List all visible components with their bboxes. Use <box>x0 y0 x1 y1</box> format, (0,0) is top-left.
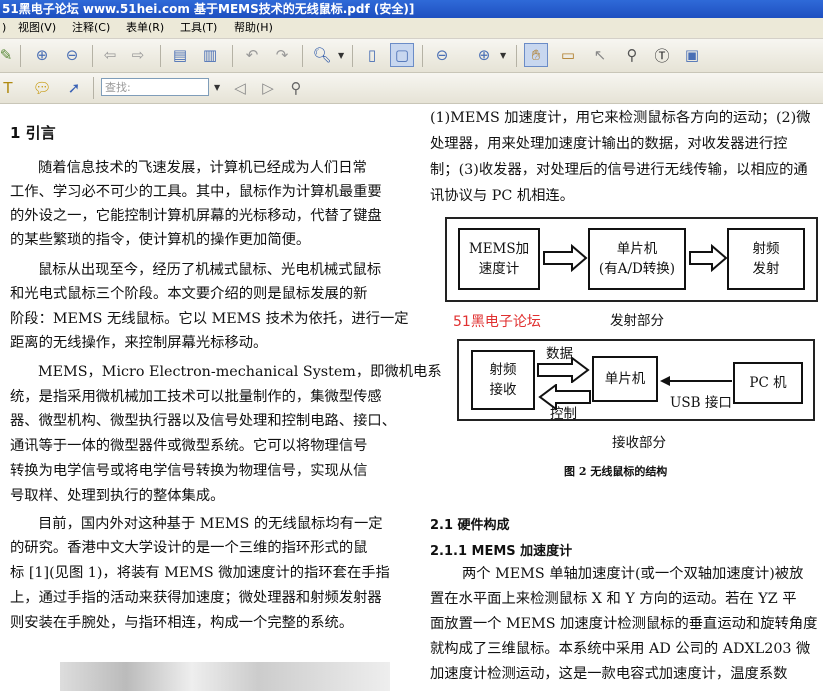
watermark: 51黑电子论坛 <box>453 314 541 330</box>
hand-tool-icon[interactable]: ✋︎ <box>524 43 548 67</box>
previous-page-icon[interactable]: ⊕ <box>30 43 54 67</box>
next-page-icon[interactable]: ⊖ <box>60 43 84 67</box>
mcu-adc-box: 单片机 (有A/D转换) <box>588 228 686 290</box>
right-line: 两个 MEMS 单轴加速度计(或一个双轴加速度计)被放 <box>462 566 804 582</box>
menu-item-file-fragment[interactable]: ) <box>2 18 6 38</box>
left-line: 和光电式鼠标三个阶段。本文要介绍的则是鼠标发展的新 <box>10 286 368 302</box>
left-line: 的某些繁琐的指令，使计算机的操作更加简便。 <box>10 232 311 248</box>
left-line: 器、微型机构、微型执行器以及信号处理和控制电路、接口、 <box>10 413 397 429</box>
menu-item-comment[interactable]: 注释(C) <box>72 18 110 38</box>
usb-label: USB 接口 <box>670 395 732 411</box>
text-tool-icon[interactable]: Ⓣ <box>650 43 674 67</box>
zoom-out-icon[interactable]: ⊖ <box>430 43 454 67</box>
undo-icon[interactable]: ↶ <box>240 43 264 67</box>
zoom-dropdown-icon[interactable]: ▼ <box>338 51 344 60</box>
window-title: 51黑电子论坛 www.51hei.com 基于MEMS技术的无线鼠标.pdf … <box>2 2 415 16</box>
title-bar: 51黑电子论坛 www.51hei.com 基于MEMS技术的无线鼠标.pdf … <box>0 0 823 18</box>
actual-size-icon[interactable]: ▯ <box>360 43 384 67</box>
left-line: MEMS，Micro Electron-mechanical System，即微… <box>38 364 442 380</box>
mcu-box: 单片机 <box>592 356 658 402</box>
right-line: 处理器，用来处理加速度计输出的数据，对收发器进行控 <box>430 136 788 152</box>
right-line: 讯协议与 PC 机相连。 <box>430 188 575 204</box>
forward-arrow-icon[interactable]: ⇨ <box>126 43 150 67</box>
control-label: 控制 <box>550 406 577 422</box>
left-line: 统，是指采用微机械加工技术可以批量制作的，集微型传感 <box>10 389 382 405</box>
figure-1-image-fragment <box>60 662 390 691</box>
left-line: 随着信息技术的飞速发展，计算机已经成为人们日常 <box>38 160 367 176</box>
data-label: 数据 <box>546 346 573 362</box>
left-line: 工作、学习必不可少的工具。其中，鼠标作为计算机最重要 <box>10 184 382 200</box>
page-layout-alt-icon[interactable]: ▥ <box>198 43 222 67</box>
select-text-icon[interactable]: ▭ <box>556 43 580 67</box>
left-line: 通讯等于一体的微型器件或微型系统。它可以将物理信号 <box>10 438 368 454</box>
menu-item-view[interactable]: 视图(V) <box>18 18 56 38</box>
left-line: 则安装在手腕处，与指环相连，构成一个完整的系统。 <box>10 615 354 631</box>
left-line: 鼠标从出现至今，经历了机械式鼠标、光电机械式鼠标 <box>38 262 382 278</box>
left-line: 标 [1](见图 1)，将装有 MEMS 微加速度计的指环套在手指 <box>10 565 390 581</box>
rf-transmit-box: 射频 发射 <box>727 228 805 290</box>
section-heading-intro: 1 引言 <box>10 124 56 142</box>
right-line: 制；(3)收发器，对处理后的信号进行无线传输，以相应的通 <box>430 162 808 178</box>
left-line: 上，通过手指的活动来获得加速度；微处理器和射频发射器 <box>10 590 382 606</box>
left-line: 的外设之一，它能控制计算机屏幕的光标移动，代替了键盘 <box>10 208 382 224</box>
text-annotation-icon[interactable]: T <box>0 76 20 100</box>
find-next-icon[interactable]: ▷ <box>256 76 280 100</box>
zoom-icon[interactable]: 🔍︎ <box>310 43 334 67</box>
arrow-mems-to-mcu-icon <box>543 244 588 272</box>
search-dropdown-icon[interactable]: ▼ <box>214 83 220 92</box>
main-toolbar: ✎ ⊕ ⊖ ⇦ ⇨ ▤ ▥ ↶ ↷ 🔍︎ ▼ ▯ ▢ ⊖ ⊕ ▼ ✋︎ ▭ ↖ … <box>0 39 823 73</box>
zoom-in-icon[interactable]: ⊕ <box>472 43 496 67</box>
pc-box: PC 机 <box>733 362 803 404</box>
menu-item-tools[interactable]: 工具(T) <box>180 18 217 38</box>
document-view[interactable]: 1 引言 随着信息技术的飞速发展，计算机已经成为人们日常 工作、学习必不可少的工… <box>0 104 823 691</box>
redo-icon[interactable]: ↷ <box>270 43 294 67</box>
section-heading-accelerometer: 2.1.1 MEMS 加速度计 <box>430 544 573 559</box>
right-line: 加速度计检测运动，这是一款电容式加速度计，温度系数 <box>430 666 788 682</box>
menu-bar: ) 视图(V) 注释(C) 表单(R) 工具(T) 帮助(H) <box>0 18 823 39</box>
arrow-usb-icon <box>660 376 732 386</box>
snapshot-icon[interactable]: ▣ <box>680 43 704 67</box>
select-arrow-icon[interactable]: ↖ <box>588 43 612 67</box>
search-input[interactable]: 查找: <box>101 78 209 96</box>
fit-page-icon[interactable]: ▢ <box>390 43 414 67</box>
section-heading-hardware: 2.1 硬件构成 <box>430 518 510 533</box>
rf-receive-box: 射频 接收 <box>471 350 535 410</box>
left-line: 阶段：MEMS 无线鼠标。它以 MEMS 技术为依托，进行一定 <box>10 311 409 327</box>
page-layout-icon[interactable]: ▤ <box>168 43 192 67</box>
edit-icon[interactable]: ✎ <box>0 43 18 67</box>
transmit-label: 发射部分 <box>610 313 664 329</box>
left-line: 号取样、处理到执行的整体集成。 <box>10 488 225 504</box>
back-arrow-icon[interactable]: ⇦ <box>98 43 122 67</box>
comment-toolbar: T 💬︎ ➚ 查找: ▼ ◁ ▷ ⚲ <box>0 73 823 104</box>
receive-label: 接收部分 <box>612 435 666 451</box>
right-line: 置在水平面上来检测鼠标 X 和 Y 方向的运动。若在 YZ 平 <box>430 591 797 607</box>
pencil-arrow-icon[interactable]: ➚ <box>62 76 86 100</box>
binoculars-icon[interactable]: ⚲ <box>620 43 644 67</box>
left-line: 距离的无线操作，来控制屏幕光标移动。 <box>10 335 268 351</box>
left-line: 目前，国内外对这种基于 MEMS 的无线鼠标均有一定 <box>38 516 383 532</box>
menu-item-form[interactable]: 表单(R) <box>126 18 164 38</box>
mems-accelerometer-box: MEMS加 速度计 <box>458 228 540 290</box>
right-line: 面放置一个 MEMS 加速度计检测鼠标的垂直运动和旋转角度 <box>430 616 818 632</box>
right-line: (1)MEMS 加速度计，用它来检测鼠标各方向的运动；(2)微 <box>430 110 811 126</box>
note-icon[interactable]: 💬︎ <box>30 76 54 100</box>
find-previous-icon[interactable]: ◁ <box>228 76 252 100</box>
zoom-menu-dropdown-icon[interactable]: ▼ <box>500 51 506 60</box>
menu-item-help[interactable]: 帮助(H) <box>234 18 273 38</box>
left-line: 转换为电学信号或将电学信号转换为物理信号，实现从信 <box>10 463 368 479</box>
left-line: 的研究。香港中文大学设计的是一个三维的指环形式的鼠 <box>10 540 368 556</box>
search-options-icon[interactable]: ⚲ <box>284 76 308 100</box>
figure-caption: 图 2 无线鼠标的结构 <box>564 465 668 478</box>
arrow-mcu-to-rf-icon <box>689 244 728 272</box>
right-line: 就构成了三维鼠标。本系统中采用 AD 公司的 ADXL203 微 <box>430 641 811 657</box>
